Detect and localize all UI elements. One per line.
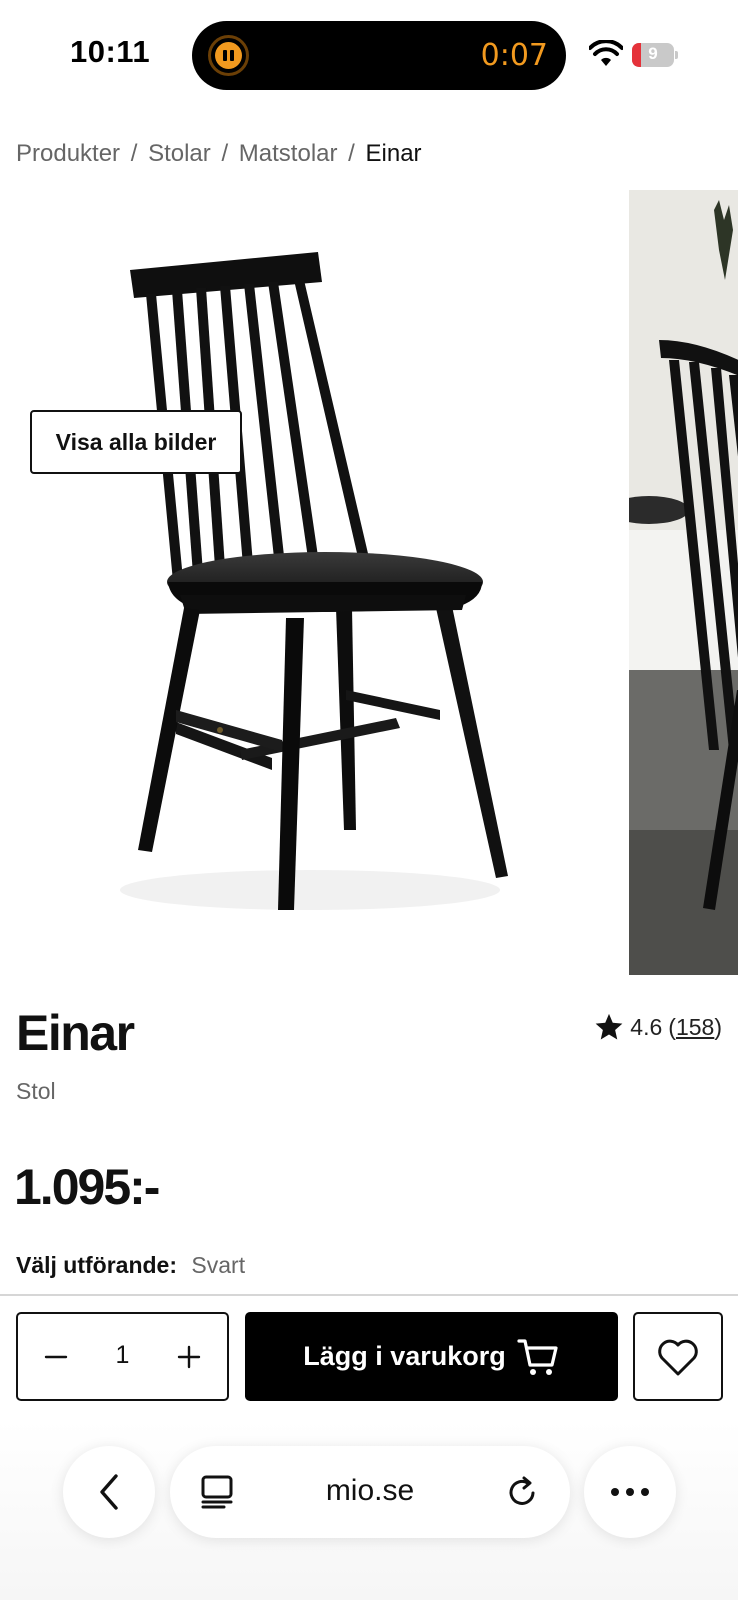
more-icon [611, 1488, 649, 1496]
variant-value: Svart [191, 1252, 246, 1278]
review-count-link[interactable]: 158 [676, 1014, 714, 1041]
divider [0, 1294, 738, 1296]
recording-timer: 0:07 [480, 38, 548, 73]
product-rating[interactable]: 4.6 ( 158 ) [594, 1012, 722, 1042]
status-time: 10:11 [70, 34, 151, 69]
rating-open-paren: ( [668, 1013, 676, 1040]
browser-toolbar: mio.se [0, 1420, 738, 1600]
star-icon [595, 1013, 623, 1040]
product-price: 1.095:- [14, 1159, 160, 1215]
breadcrumb-separator: / [130, 140, 138, 167]
product-image-main[interactable] [0, 190, 620, 975]
reload-icon[interactable] [504, 1474, 540, 1510]
wifi-icon [589, 40, 623, 66]
cart-icon [517, 1338, 558, 1375]
breadcrumb-produkter[interactable]: Produkter [16, 140, 120, 168]
address-bar[interactable]: mio.se [170, 1446, 570, 1538]
breadcrumb-current: Einar [365, 140, 422, 167]
back-icon [100, 1474, 118, 1510]
breadcrumb: Produkter / Stolar / Matstolar / Einar [16, 140, 422, 168]
product-title: Einar [16, 1005, 135, 1061]
quantity-stepper: 1 [16, 1312, 229, 1401]
chair-image [120, 252, 508, 910]
more-button[interactable] [584, 1446, 676, 1538]
variant-selector[interactable]: Välj utförande: Svart [16, 1252, 245, 1279]
plus-icon[interactable] [173, 1341, 205, 1373]
breadcrumb-separator: / [348, 140, 355, 167]
breadcrumb-separator: / [221, 140, 229, 167]
rating-value: 4.6 [630, 1013, 663, 1040]
pause-icon[interactable] [208, 35, 249, 76]
product-image-next[interactable] [629, 190, 738, 975]
rating-close-paren: ) [714, 1013, 722, 1040]
battery-level: 9 [648, 44, 658, 63]
dynamic-island[interactable]: 0:07 [192, 21, 566, 90]
variant-label: Välj utförande: [16, 1252, 178, 1278]
add-to-cart-button[interactable]: Lägg i varukorg [245, 1312, 618, 1401]
breadcrumb-matstolar[interactable]: Matstolar [239, 140, 338, 168]
show-all-images-button[interactable]: Visa alla bilder [30, 410, 242, 474]
heart-icon [658, 1339, 698, 1375]
back-button[interactable] [63, 1446, 155, 1538]
product-type: Stol [16, 1078, 56, 1104]
battery-icon: 9 [632, 43, 678, 67]
wishlist-button[interactable] [633, 1312, 723, 1401]
product-gallery[interactable]: Visa alla bilder [0, 190, 738, 975]
status-bar: 10:11 0:07 9 [0, 0, 738, 108]
breadcrumb-stolar[interactable]: Stolar [148, 140, 211, 168]
add-to-cart-label: Lägg i varukorg [303, 1341, 506, 1371]
